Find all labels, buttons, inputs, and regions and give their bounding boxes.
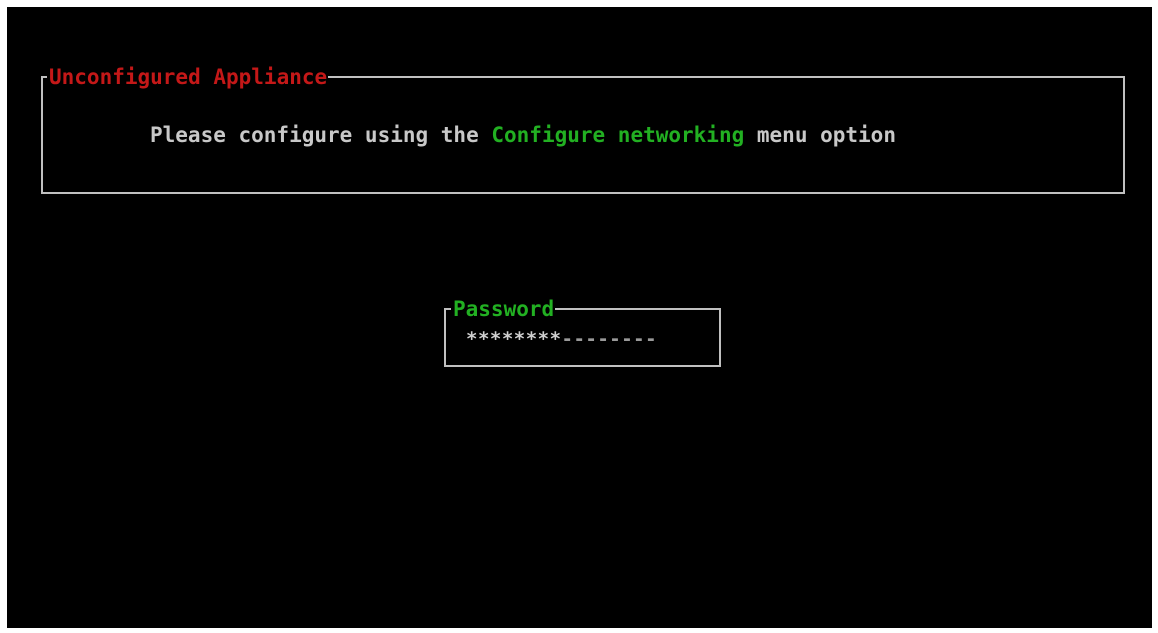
- banner-message: Please configure using the Configure net…: [150, 123, 896, 147]
- unconfigured-banner: Unconfigured Appliance Please configure …: [41, 65, 1125, 194]
- console-screen: Unconfigured Appliance Please configure …: [7, 7, 1152, 628]
- banner-title: Unconfigured Appliance: [47, 65, 329, 89]
- banner-message-suffix: menu option: [744, 123, 896, 147]
- configure-networking-option: Configure networking: [491, 123, 745, 147]
- password-input[interactable]: ********--------: [466, 328, 657, 350]
- password-label: Password: [451, 297, 556, 321]
- password-masked-value: ********: [466, 328, 562, 350]
- password-dialog: Password ********--------: [444, 297, 721, 367]
- banner-message-prefix: Please configure using the: [150, 123, 492, 147]
- password-remaining-placeholder: --------: [561, 328, 658, 350]
